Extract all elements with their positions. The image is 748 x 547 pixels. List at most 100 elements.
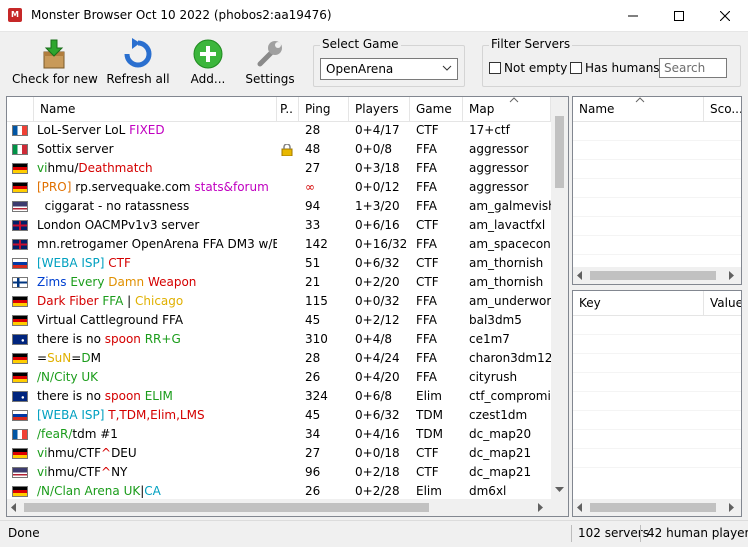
game-cell: FFA [416, 294, 437, 308]
check-for-new-label: Check for new [12, 72, 98, 86]
add-label: Add... [190, 72, 226, 86]
players-cell: 0+0/8 [355, 142, 393, 156]
settings-button[interactable]: Settings [244, 36, 296, 86]
download-box-icon [12, 36, 96, 72]
map-cell: ctf_compromis [469, 389, 551, 403]
table-row[interactable]: =SuN=DM 28 0+4/24 FFA charon3dm12 [7, 349, 568, 368]
hscroll-thumb[interactable] [590, 503, 716, 512]
flag-icon [12, 315, 28, 326]
player-list-hscrollbar[interactable] [573, 267, 741, 284]
col-player-score[interactable]: Sco... [704, 97, 741, 121]
table-row[interactable]: [PRO] rp.servequake.com stats&forum ∞ 0+0/… [7, 178, 568, 197]
refresh-all-button[interactable]: Refresh all [104, 36, 172, 86]
table-row[interactable]: Dark Fiber FFA | Chicago 115 0+0/32 FFA am_u… [7, 292, 568, 311]
game-cell: CTF [416, 123, 439, 137]
server-name-segment: LoL-Server [37, 123, 105, 137]
flag-icon [12, 144, 28, 155]
table-row[interactable]: mn.retrogamer OpenArena FFA DM3 w/Bots -… [7, 235, 568, 254]
status-separator [640, 525, 641, 542]
minimize-button[interactable] [610, 0, 656, 31]
ping-cell: 96 [305, 465, 321, 479]
maximize-button[interactable] [656, 0, 702, 31]
table-row[interactable]: vihmu/CTF^NY 96 0+2/18 CTF dc_map21 [7, 463, 568, 482]
server-list: Name P.. Ping Players Game Map LoL-Serve… [6, 96, 569, 517]
scroll-down-icon [555, 487, 564, 492]
table-row[interactable]: /feaR/tdm #1 34 0+4/16 TDM dc_map20 [7, 425, 568, 444]
has-humans-checkbox[interactable]: Has humans [570, 61, 660, 75]
server-name-segment: ELIM [144, 389, 173, 403]
not-empty-box[interactable] [489, 62, 501, 74]
table-row[interactable]: London OACMPv1v3 server 33 0+6/16 CTF am_lav… [7, 216, 568, 235]
server-name-segment: CTF [108, 256, 131, 270]
game-cell: FFA [416, 180, 437, 194]
map-cell: bal3dm5 [469, 313, 522, 327]
game-cell: FFA [416, 237, 437, 251]
table-row[interactable]: [WEBA ISP] CTF 51 0+6/32 CTF am_thornish [7, 254, 568, 273]
col-game[interactable]: Game [410, 97, 463, 121]
table-row[interactable]: /N/City UK 26 0+4/20 FFA cityrush [7, 368, 568, 387]
col-players[interactable]: Players [349, 97, 410, 121]
server-name: /N/City UK [37, 368, 277, 387]
server-name-segment: ciggarat - no ratassness [37, 199, 190, 213]
players-cell: 0+16/32 [355, 237, 408, 251]
refresh-icon [104, 36, 172, 72]
ping-cell: 33 [305, 218, 321, 232]
table-row[interactable]: LoL-Server LoL FIXED 28 0+4/17 CTF 17+ctf [7, 121, 568, 140]
server-name-segment: = [71, 351, 82, 365]
col-map[interactable]: Map [463, 97, 551, 121]
table-row[interactable]: there is no spoon RR+G 310 0+4/8 FFA ce1m7 [7, 330, 568, 349]
flag-icon [12, 429, 28, 440]
server-name-segment: Deathmatch [78, 161, 153, 175]
col-password[interactable]: P.. [277, 97, 299, 121]
close-button[interactable] [702, 0, 748, 31]
cvar-list-hscrollbar[interactable] [573, 499, 741, 516]
hscroll-thumb[interactable] [24, 503, 429, 512]
table-row[interactable]: ciggarat - no ratassness 94 1+3/20 FFA am_ga… [7, 197, 568, 216]
game-cell: CTF [416, 446, 439, 460]
col-flag[interactable] [7, 97, 34, 121]
has-humans-box[interactable] [570, 62, 582, 74]
table-row[interactable]: there is no spoon ELIM 324 0+6/8 Elim ctf_co… [7, 387, 568, 406]
server-name-segment: spoon [104, 332, 145, 346]
ping-cell: ∞ [305, 180, 315, 194]
flag-icon [12, 220, 28, 231]
check-for-new-button[interactable]: Check for new [12, 36, 98, 86]
server-name-segment: CA [144, 484, 161, 498]
table-row[interactable]: Sottix server 48 0+0/8 FFA aggressor [7, 140, 568, 159]
not-empty-checkbox[interactable]: Not empty [489, 61, 567, 75]
map-cell: 17+ctf [469, 123, 510, 137]
maximize-icon [674, 10, 684, 21]
players-cell: 0+4/8 [355, 332, 393, 346]
server-name-segment: NY [111, 465, 128, 479]
vscroll-thumb[interactable] [555, 116, 564, 188]
server-name-segment: Every [70, 275, 109, 289]
cvar-list: Key Value [572, 290, 742, 517]
table-row[interactable]: Virtual Cattleground FFA 45 0+2/12 FFA bal3d… [7, 311, 568, 330]
server-name: [WEBA ISP] T,TDM,Elim,LMS [37, 406, 277, 425]
server-name-segment: Chicago [135, 294, 184, 308]
flag-icon [12, 239, 28, 250]
search-input[interactable]: Search [659, 58, 727, 78]
server-name: Zims Every Damn Weapon [37, 273, 277, 292]
server-name-segment: Weapon [147, 275, 197, 289]
server-list-vscrollbar[interactable] [551, 97, 568, 499]
col-key[interactable]: Key [573, 291, 704, 315]
ping-cell: 28 [305, 123, 321, 137]
game-select[interactable]: OpenArena [320, 58, 458, 80]
table-row[interactable]: [WEBA ISP] T,TDM,Elim,LMS 45 0+6/32 TDM czes… [7, 406, 568, 425]
col-value[interactable]: Value [704, 291, 741, 315]
add-button[interactable]: Add... [184, 36, 232, 86]
col-ping[interactable]: Ping [299, 97, 349, 121]
col-name[interactable]: Name [34, 97, 277, 121]
server-name-segment: London OACMPv1v3 server [37, 218, 200, 232]
hscroll-thumb[interactable] [590, 271, 716, 280]
server-list-header: Name P.. Ping Players Game Map [7, 97, 568, 122]
flag-icon [12, 372, 28, 383]
map-cell: czest1dm [469, 408, 528, 422]
table-row[interactable]: vihmu/Deathmatch 27 0+3/18 FFA aggressor [7, 159, 568, 178]
server-list-hscrollbar[interactable] [7, 499, 568, 516]
players-cell: 0+4/20 [355, 370, 400, 384]
table-row[interactable]: vihmu/CTF^DEU 27 0+0/18 CTF dc_map21 [7, 444, 568, 463]
game-cell: FFA [416, 332, 437, 346]
table-row[interactable]: Zims Every Damn Weapon 21 0+2/20 CTF am_thor… [7, 273, 568, 292]
